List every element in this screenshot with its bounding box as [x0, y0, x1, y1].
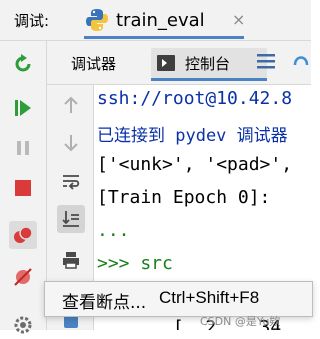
console-line: ... — [97, 220, 130, 241]
rerun-button[interactable] — [9, 50, 37, 78]
debug-run-bar: 调试: train_eval × — [0, 0, 311, 41]
pause-icon — [17, 141, 29, 155]
pause-button[interactable] — [9, 134, 37, 162]
console-icon — [157, 55, 175, 75]
debug-label: 调试: — [14, 12, 50, 30]
menu-icon[interactable] — [257, 53, 275, 73]
soft-wrap-icon — [63, 175, 80, 190]
console-line: ['<unk>', '<pad>', — [97, 154, 293, 175]
arrow-down-icon — [64, 135, 78, 152]
scroll-to-end-icon — [62, 211, 79, 227]
python-icon — [84, 7, 110, 37]
gear-icon — [14, 316, 32, 334]
breakpoints-icon — [14, 226, 33, 243]
scroll-to-end-button[interactable] — [57, 205, 85, 233]
scroll-down-button[interactable] — [57, 129, 85, 157]
step-over-icon[interactable] — [291, 51, 311, 75]
settings-button[interactable] — [9, 311, 37, 339]
mute-breakpoints-button[interactable] — [9, 263, 37, 291]
run-config-name: train_eval — [116, 10, 205, 31]
watermark: CSDN @是Yu欸 — [200, 315, 281, 328]
mute-breakpoints-icon — [14, 268, 32, 286]
stop-button[interactable] — [9, 174, 37, 202]
print-button[interactable] — [57, 246, 85, 274]
tab-debugger[interactable]: 调试器 — [71, 53, 116, 74]
console-prompt-line: >>> src — [97, 253, 173, 274]
console-line: ssh://root@10.42.8 — [97, 88, 293, 109]
console-prompt-text: >>> src — [97, 253, 173, 274]
tooltip-action-label: 查看断点... — [62, 293, 147, 313]
active-tab-underline — [84, 36, 244, 39]
stop-icon — [15, 180, 31, 196]
resume-button[interactable] — [9, 94, 37, 122]
scroll-up-button[interactable] — [57, 91, 85, 119]
rerun-icon — [15, 54, 31, 72]
tool-window-tabs: 调试器 控制台 — [47, 41, 311, 85]
tooltip-shortcut: Ctrl+Shift+F8 — [159, 288, 260, 307]
printer-icon — [63, 252, 79, 269]
console-line: [Train Epoch 0]: — [97, 187, 271, 208]
run-config-tab[interactable]: train_eval × — [84, 4, 254, 39]
tab-console-label: 控制台 — [185, 55, 231, 73]
debug-left-toolbar — [0, 41, 47, 334]
view-breakpoints-button[interactable] — [9, 221, 37, 249]
arrow-up-icon — [64, 96, 78, 113]
soft-wrap-button[interactable] — [57, 167, 85, 195]
active-tab-underline — [151, 78, 267, 81]
view-breakpoints-tooltip[interactable]: 查看断点... Ctrl+Shift+F8 — [44, 281, 313, 317]
console-line: 已连接到 pydev 调试器 — [97, 126, 288, 146]
tab-console[interactable]: 控制台 — [151, 48, 267, 81]
resume-icon — [15, 100, 31, 116]
close-tab-icon[interactable]: × — [232, 10, 245, 29]
